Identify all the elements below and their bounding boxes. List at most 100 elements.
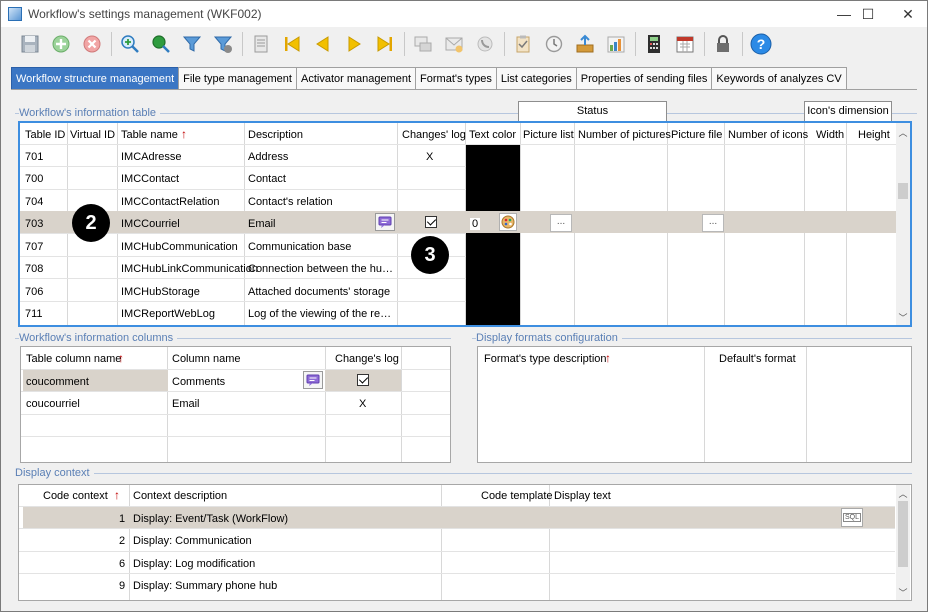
scroll-thumb[interactable] bbox=[898, 183, 908, 199]
lock-icon[interactable] bbox=[710, 31, 736, 57]
tab-list-categories[interactable]: List categories bbox=[495, 67, 577, 89]
context-grid[interactable]: Code context ↑ Context description Code … bbox=[18, 484, 912, 601]
chart-icon[interactable] bbox=[603, 31, 629, 57]
cell-description: Contact's relation bbox=[248, 196, 333, 208]
save-icon[interactable] bbox=[17, 31, 43, 57]
last-icon[interactable] bbox=[372, 31, 398, 57]
col-header-number-icons[interactable]: Number of icons bbox=[728, 129, 808, 141]
cell-table-id: 700 bbox=[25, 173, 44, 185]
info-columns-grid[interactable]: Table column name ↑ Column name Change's… bbox=[20, 346, 451, 463]
cell-description: Email bbox=[248, 218, 276, 230]
tab-keywords-cv[interactable]: Keywords of analyzes CV bbox=[711, 67, 847, 89]
cell-context-description: Display: Log modification bbox=[133, 558, 256, 570]
col-header-column-name[interactable]: Column name bbox=[172, 353, 240, 365]
col-header-display-text[interactable]: Display text bbox=[554, 490, 611, 502]
cell-column-name: Email bbox=[172, 398, 200, 410]
sql-icon-label: SQL bbox=[842, 513, 861, 522]
col-header-text-color[interactable]: Text color bbox=[469, 129, 516, 141]
text-color-swatch bbox=[466, 233, 520, 325]
status-header: Status bbox=[518, 101, 667, 122]
sort-arrow-icon: ↑ bbox=[114, 488, 120, 502]
zoom-add-icon[interactable] bbox=[117, 31, 143, 57]
cell-description: Attached documents' storage bbox=[248, 286, 391, 298]
col-header-changes-log[interactable]: Change's log bbox=[335, 353, 399, 365]
delete-icon[interactable] bbox=[79, 31, 105, 57]
formats-grid[interactable]: Format's type description ↑ Default's fo… bbox=[477, 346, 912, 463]
next-icon[interactable] bbox=[341, 31, 367, 57]
cell-table-id: 707 bbox=[25, 241, 44, 253]
script-icon[interactable] bbox=[248, 31, 274, 57]
cell-description: Log of the viewing of the repo... bbox=[248, 308, 394, 320]
scroll-down-icon[interactable]: ﹀ bbox=[896, 586, 910, 599]
info-table-group-title: Workflow's information table bbox=[19, 107, 161, 119]
cell-context-description: Display: Communication bbox=[133, 535, 252, 547]
col-header-picture-file[interactable]: Picture file bbox=[671, 129, 722, 141]
col-header-table-id[interactable]: Table ID bbox=[25, 129, 65, 141]
comment-icon[interactable] bbox=[375, 213, 395, 231]
cell-code-context: 1 bbox=[119, 513, 126, 525]
sort-arrow-icon: ↑ bbox=[605, 351, 611, 365]
cell-table-name: IMCCourriel bbox=[121, 218, 180, 230]
cell-column-name: Comments bbox=[172, 376, 226, 388]
picture-file-browse-button[interactable]: ... bbox=[702, 214, 724, 232]
formats-group-title: Display formats configuration bbox=[476, 332, 622, 344]
col-header-code-template[interactable]: Code template bbox=[481, 490, 553, 502]
title-bar: Workflow's settings management (WKF002) … bbox=[1, 1, 927, 27]
col-header-virtual-id[interactable]: Virtual ID bbox=[70, 129, 115, 141]
cell-table-id: 701 bbox=[25, 151, 44, 163]
zoom-search-icon[interactable] bbox=[148, 31, 174, 57]
col-header-table-column-name[interactable]: Table column name bbox=[26, 353, 121, 365]
color-picker-icon[interactable] bbox=[499, 213, 517, 231]
email-icon[interactable] bbox=[441, 31, 467, 57]
change-log-checkbox[interactable] bbox=[357, 374, 369, 386]
comment-icon[interactable] bbox=[303, 371, 323, 389]
col-header-width[interactable]: Width bbox=[816, 129, 844, 141]
tab-workflow-structure[interactable]: Workflow structure management bbox=[11, 67, 180, 89]
filter-icon[interactable] bbox=[179, 31, 205, 57]
add-icon[interactable] bbox=[48, 31, 74, 57]
col-header-height[interactable]: Height bbox=[858, 129, 890, 141]
col-header-number-pictures[interactable]: Number of pictures bbox=[578, 129, 671, 141]
info-table-grid[interactable]: Table ID Virtual ID Table name ↑ Descrip… bbox=[18, 121, 912, 327]
info-table-scrollbar[interactable]: ︿ ﹀ bbox=[896, 123, 910, 325]
tab-file-type[interactable]: File type management bbox=[178, 67, 297, 89]
history-icon[interactable] bbox=[541, 31, 567, 57]
col-header-table-name[interactable]: Table name bbox=[121, 129, 178, 141]
tab-strip: Workflow structure management File type … bbox=[11, 67, 847, 89]
tab-sending-files[interactable]: Properties of sending files bbox=[575, 67, 713, 89]
sql-icon[interactable]: SQL bbox=[841, 508, 863, 527]
cell-table-id: 703 bbox=[25, 218, 44, 230]
calculator-icon[interactable] bbox=[641, 31, 667, 57]
picture-list-browse-button[interactable]: ... bbox=[550, 214, 572, 232]
help-icon[interactable]: ? bbox=[748, 31, 774, 57]
col-header-code-context[interactable]: Code context bbox=[43, 490, 108, 502]
callout-badge-2: 2 bbox=[72, 204, 110, 242]
col-header-context-description[interactable]: Context description bbox=[133, 490, 227, 502]
clipboard-icon[interactable] bbox=[510, 31, 536, 57]
filter-settings-icon[interactable] bbox=[210, 31, 236, 57]
first-icon[interactable] bbox=[279, 31, 305, 57]
cell-context-description: Display: Event/Task (WorkFlow) bbox=[133, 513, 289, 525]
previous-icon[interactable] bbox=[310, 31, 336, 57]
scroll-up-icon[interactable]: ︿ bbox=[896, 487, 910, 500]
phone-icon[interactable] bbox=[472, 31, 498, 57]
close-button[interactable]: ✕ bbox=[885, 1, 928, 27]
col-header-description[interactable]: Description bbox=[248, 129, 303, 141]
col-header-changes-log[interactable]: Changes' log bbox=[402, 129, 466, 141]
context-scrollbar[interactable]: ︿ ﹀ bbox=[896, 485, 910, 600]
col-header-default-format[interactable]: Default's format bbox=[719, 353, 796, 365]
calendar-icon[interactable] bbox=[672, 31, 698, 57]
tab-activator[interactable]: Activator management bbox=[295, 67, 417, 89]
col-header-picture-list[interactable]: Picture list bbox=[523, 129, 574, 141]
scroll-down-icon[interactable]: ﹀ bbox=[896, 311, 910, 324]
export-icon[interactable] bbox=[572, 31, 598, 57]
cell-table-id: 708 bbox=[25, 263, 44, 275]
changes-log-checkbox[interactable] bbox=[425, 216, 437, 228]
tab-format-types[interactable]: Format's types bbox=[415, 67, 497, 89]
info-columns-group-title: Workflow's information columns bbox=[19, 332, 178, 344]
col-header-format-type-description[interactable]: Format's type description bbox=[484, 353, 607, 365]
comment-icon[interactable] bbox=[410, 31, 436, 57]
scroll-thumb[interactable] bbox=[898, 501, 908, 567]
cell-code-context: 9 bbox=[119, 580, 126, 592]
scroll-up-icon[interactable]: ︿ bbox=[896, 126, 910, 139]
